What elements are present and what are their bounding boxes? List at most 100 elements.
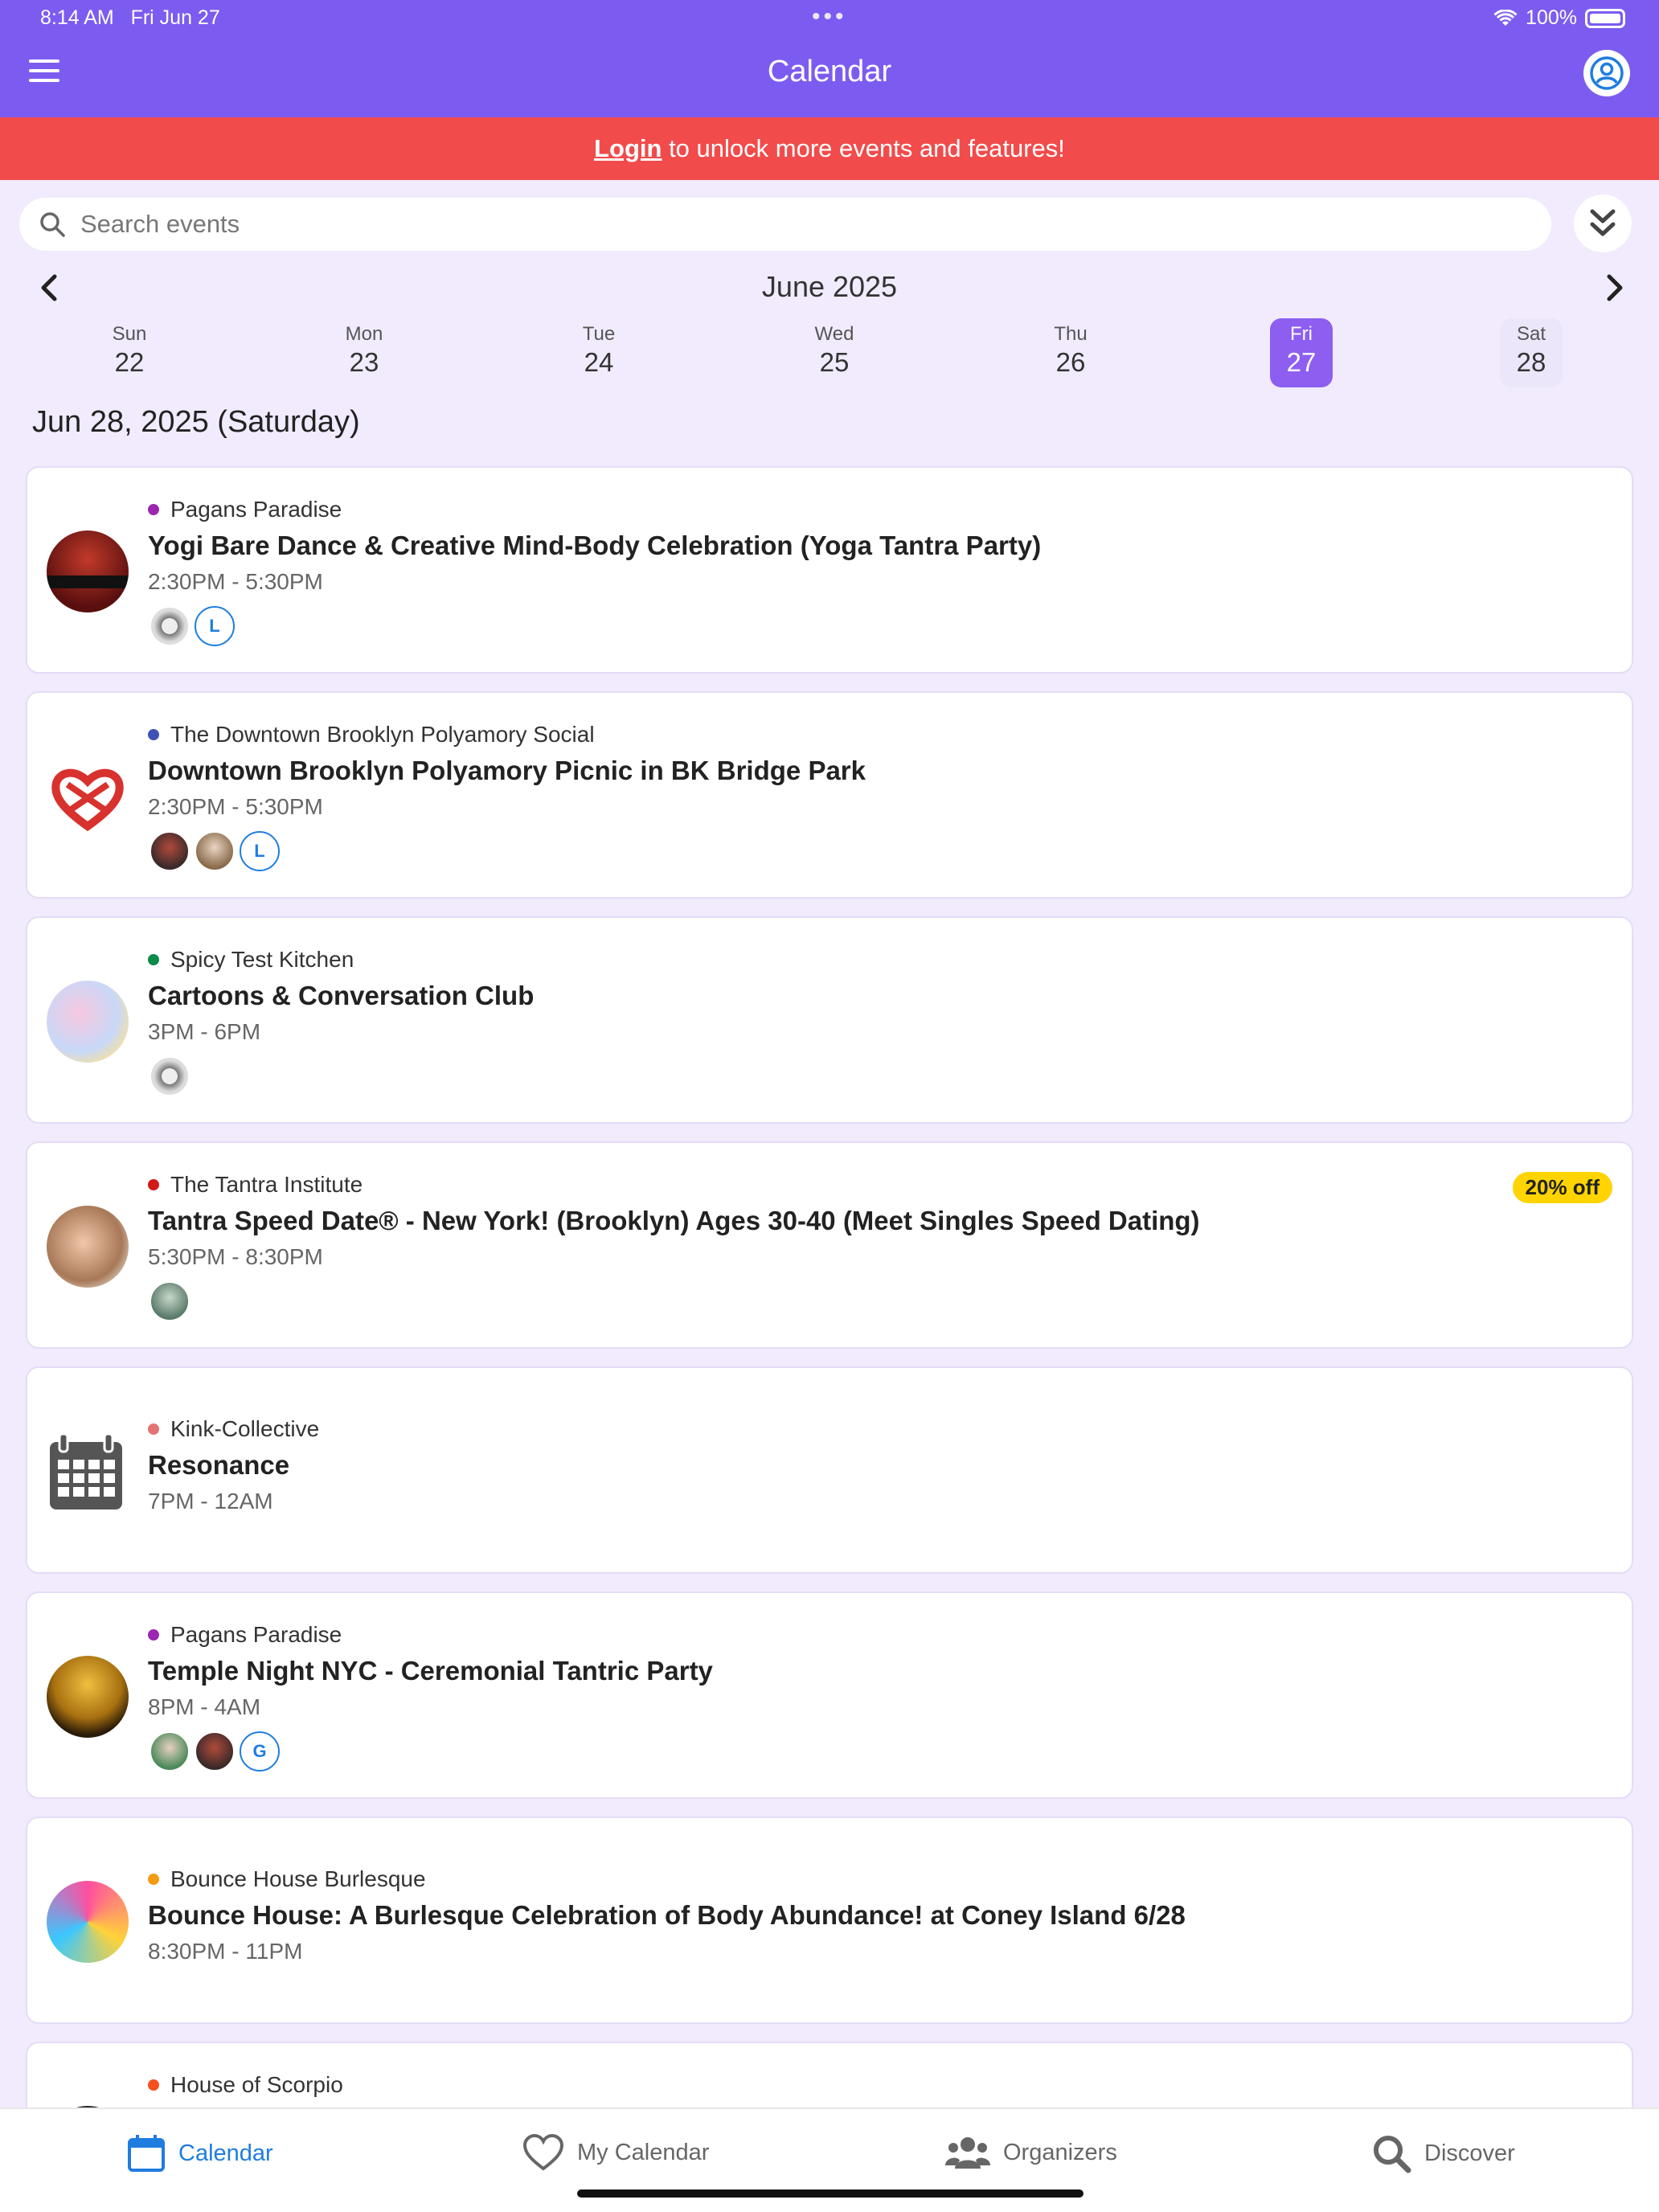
event-card[interactable]: Pagans Paradise Temple Night NYC - Cerem… — [26, 1591, 1633, 1799]
event-thumbnail — [47, 530, 129, 612]
organizer-dot — [148, 2079, 159, 2091]
status-indicators: 100% — [1493, 6, 1625, 30]
organizer-dot — [148, 504, 159, 515]
double-chevron-down-icon — [1590, 209, 1616, 236]
event-card[interactable]: The Tantra Institute 20% off Tantra Spee… — [26, 1141, 1633, 1349]
attendee-avatar — [195, 1731, 235, 1772]
event-thumbnail — [47, 1656, 129, 1738]
attendee-list — [150, 1056, 190, 1096]
event-organizer: The Tantra Institute — [148, 1172, 363, 1198]
organizer-dot — [148, 1179, 159, 1190]
attendee-list: L — [150, 831, 280, 871]
day-date: 27 — [1286, 347, 1317, 377]
attendee-list — [150, 1281, 190, 1321]
event-title: Downtown Brooklyn Polyamory Picnic in BK… — [148, 756, 866, 785]
attendee-avatar — [150, 1731, 190, 1772]
day-date: 22 — [114, 347, 145, 377]
event-card[interactable]: Pagans Paradise Yogi Bare Dance & Creati… — [26, 466, 1633, 674]
tab-label: My Calendar — [577, 2139, 710, 2165]
login-link[interactable]: Login — [594, 134, 662, 162]
event-card[interactable]: House of Scorpio — [26, 2042, 1633, 2109]
attendee-avatar — [150, 831, 190, 871]
multitask-dots-icon[interactable]: ••• — [812, 3, 847, 31]
day-mon[interactable]: Mon 23 — [333, 318, 395, 387]
day-date: 28 — [1516, 347, 1546, 377]
tab-organizers[interactable]: Organizers — [945, 2133, 1117, 2172]
user-icon — [1590, 56, 1624, 90]
day-date: 24 — [584, 347, 614, 377]
tab-label: Organizers — [1003, 2139, 1117, 2165]
tab-discover[interactable]: Discover — [1371, 2133, 1515, 2173]
day-fri-selected[interactable]: Fri 27 — [1270, 318, 1333, 387]
discount-badge: 20% off — [1512, 1172, 1612, 1203]
search-input[interactable] — [80, 210, 1447, 239]
event-card[interactable]: Bounce House Burlesque Bounce House: A B… — [26, 1817, 1633, 2024]
calendar-icon — [128, 2135, 165, 2172]
battery-percent: 100% — [1526, 6, 1577, 29]
event-organizer: Pagans Paradise — [148, 497, 342, 522]
month-navigation: June 2025 — [0, 265, 1659, 310]
organizer-name: The Downtown Brooklyn Polyamory Social — [170, 722, 595, 747]
day-sun[interactable]: Sun 22 — [98, 318, 161, 387]
organizer-dot — [148, 954, 159, 965]
status-time: 8:14 AM Fri Jun 27 — [40, 6, 220, 30]
day-name: Thu — [1054, 323, 1088, 345]
day-wed[interactable]: Wed 25 — [803, 318, 866, 387]
event-card[interactable]: Kink-Collective Resonance 7PM - 12AM — [26, 1366, 1633, 1574]
day-name: Fri — [1290, 323, 1313, 345]
event-title: Yogi Bare Dance & Creative Mind-Body Cel… — [148, 530, 1042, 560]
day-date: 26 — [1055, 347, 1086, 377]
banner-text: to unlock more events and features! — [662, 134, 1065, 162]
event-thumbnail — [47, 981, 129, 1063]
event-title: Temple Night NYC - Ceremonial Tantric Pa… — [148, 1656, 713, 1686]
page-title: Calendar — [767, 55, 892, 88]
day-sat[interactable]: Sat 28 — [1500, 318, 1563, 387]
attendee-initial: G — [240, 1731, 280, 1772]
month-title: June 2025 — [761, 270, 898, 303]
people-icon — [945, 2137, 990, 2169]
organizer-name: Pagans Paradise — [170, 1622, 342, 1647]
event-card[interactable]: The Downtown Brooklyn Polyamory Social D… — [26, 691, 1633, 899]
chevron-left-icon[interactable] — [34, 270, 66, 305]
event-time: 2:30PM - 5:30PM — [148, 794, 323, 819]
event-time: 7PM - 12AM — [148, 1489, 273, 1514]
day-name: Sun — [112, 323, 147, 345]
event-organizer: The Downtown Brooklyn Polyamory Social — [148, 722, 595, 748]
tab-my-calendar[interactable]: My Calendar — [522, 2133, 709, 2172]
event-organizer: Kink-Collective — [148, 1416, 319, 1442]
tab-calendar[interactable]: Calendar — [127, 2133, 273, 2173]
wifi-icon — [1493, 9, 1518, 26]
chevron-right-icon[interactable] — [1598, 270, 1630, 305]
home-indicator[interactable] — [577, 2189, 1083, 2198]
organizer-dot — [148, 1423, 159, 1435]
week-strip: Sun 22 Mon 23 Tue 24 Wed 25 Thu 26 Fri 27 Sat 2… — [0, 318, 1659, 389]
day-date: 25 — [819, 347, 850, 377]
search-bar[interactable] — [19, 198, 1551, 251]
day-thu[interactable]: Thu 26 — [1039, 318, 1102, 387]
event-organizer: Bounce House Burlesque — [148, 1866, 426, 1892]
organizer-dot — [148, 1874, 159, 1885]
organizer-name: The Tantra Institute — [170, 1172, 363, 1197]
event-time: 5:30PM - 8:30PM — [148, 1244, 323, 1269]
day-tue[interactable]: Tue 24 — [567, 318, 630, 387]
events-list: Pagans Paradise Yogi Bare Dance & Creati… — [26, 466, 1633, 2109]
profile-button[interactable] — [1583, 50, 1630, 96]
event-title: Resonance — [148, 1450, 290, 1480]
search-icon — [40, 212, 65, 237]
attendee-list: L — [150, 606, 235, 646]
event-organizer: House of Scorpio — [148, 2072, 343, 2098]
event-title: Cartoons & Conversation Club — [148, 981, 535, 1010]
event-organizer: Spicy Test Kitchen — [148, 947, 354, 973]
expand-filters-button[interactable] — [1574, 195, 1632, 252]
heart-logo-icon — [51, 768, 124, 832]
login-banner: Login to unlock more events and features… — [0, 117, 1659, 180]
event-card[interactable]: Spicy Test Kitchen Cartoons & Conversati… — [26, 916, 1633, 1124]
event-thumbnail — [47, 756, 129, 838]
organizer-name: Spicy Test Kitchen — [170, 947, 354, 972]
organizer-name: House of Scorpio — [170, 2072, 343, 2097]
attendee-initial: L — [195, 606, 235, 646]
selected-date-heading: Jun 28, 2025 (Saturday) — [32, 405, 360, 439]
day-date: 23 — [349, 347, 379, 377]
organizer-dot — [148, 729, 159, 740]
battery-icon — [1585, 8, 1625, 28]
